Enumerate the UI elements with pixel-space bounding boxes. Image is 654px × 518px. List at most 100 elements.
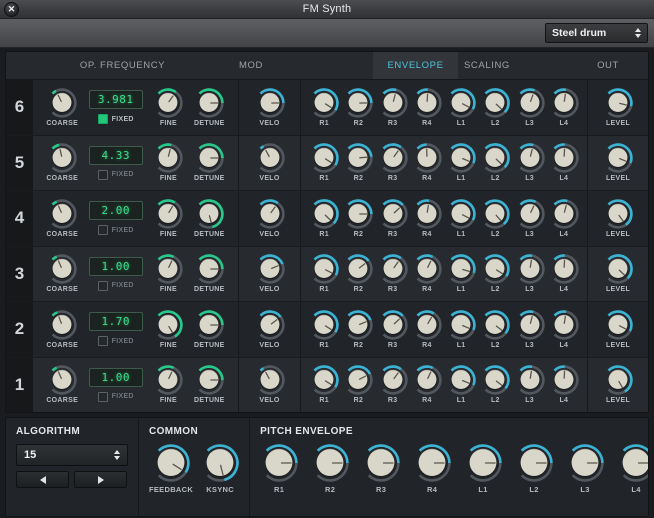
op3-env-l2-knob[interactable] xyxy=(480,254,511,284)
op6-env-r3-knob[interactable] xyxy=(378,88,408,118)
op4-env-r2-knob[interactable] xyxy=(343,199,374,229)
op2-env-l3-knob[interactable] xyxy=(515,310,545,340)
op5-env-r3-knob[interactable] xyxy=(378,143,408,173)
op5-env-l3-knob[interactable] xyxy=(515,143,545,173)
op5-env-r4-knob[interactable] xyxy=(412,143,442,173)
algorithm-prev-button[interactable] xyxy=(16,471,69,488)
op4-detune-knob[interactable] xyxy=(194,199,225,229)
op1-velo-knob[interactable] xyxy=(255,365,285,395)
op6-env-l4-knob[interactable] xyxy=(549,88,579,118)
op6-detune-knob[interactable] xyxy=(194,88,225,118)
op2-velo-knob[interactable] xyxy=(255,310,285,340)
common-feedback-knob[interactable] xyxy=(152,444,190,482)
op4-env-l1-knob[interactable] xyxy=(446,199,476,229)
op2-env-l2-knob[interactable] xyxy=(480,310,511,340)
tab-envelope[interactable]: ENVELOPE xyxy=(373,52,458,79)
op5-env-l1-knob[interactable] xyxy=(446,143,476,173)
op6-env-r4-knob[interactable] xyxy=(412,88,442,118)
op4-env-r1-knob[interactable] xyxy=(309,198,339,229)
op1-env-l2-knob[interactable] xyxy=(480,365,511,395)
op6-env-l2-knob[interactable] xyxy=(480,87,511,118)
op6-coarse-knob[interactable] xyxy=(47,88,77,118)
op4-env-l3-knob[interactable] xyxy=(515,199,545,229)
op4-env-l2-knob[interactable] xyxy=(480,199,511,229)
op5-env-l4-knob[interactable] xyxy=(549,143,579,173)
op5-detune-knob[interactable] xyxy=(194,143,225,173)
op5-velo-knob[interactable] xyxy=(255,143,285,173)
op5-env-l2-knob[interactable] xyxy=(480,143,511,173)
op1-env-r4-knob[interactable] xyxy=(412,365,442,395)
tab-out[interactable]: OUT xyxy=(568,52,648,79)
close-icon[interactable]: ✕ xyxy=(4,2,19,17)
op6-env-r1-knob[interactable] xyxy=(309,88,339,118)
op1-fine-knob[interactable] xyxy=(153,365,183,395)
op3-env-r2-knob[interactable] xyxy=(343,254,373,284)
op2-env-r3-knob[interactable] xyxy=(378,310,408,340)
op2-env-r2-knob[interactable] xyxy=(343,310,373,340)
tab-op-frequency[interactable]: OP. FREQUENCY xyxy=(6,52,239,79)
op2-env-l4-knob[interactable] xyxy=(549,310,579,340)
op3-level-knob[interactable] xyxy=(603,254,633,284)
op2-env-r1-knob[interactable] xyxy=(309,310,339,340)
op4-frequency-display[interactable]: 2.00 xyxy=(88,201,143,221)
preset-select[interactable]: Steel drum xyxy=(545,23,648,43)
op1-frequency-display[interactable]: 1.00 xyxy=(88,367,143,387)
op5-coarse-knob[interactable] xyxy=(47,143,77,173)
op4-env-l4-knob[interactable] xyxy=(549,199,579,229)
algorithm-next-button[interactable] xyxy=(74,471,127,488)
op2-env-r4-knob[interactable] xyxy=(412,310,442,340)
op3-velo-knob[interactable] xyxy=(255,254,285,284)
op6-velo-knob[interactable] xyxy=(255,88,285,118)
pitch-env-r3-knob[interactable] xyxy=(362,444,400,482)
op4-env-r3-knob[interactable] xyxy=(378,199,408,229)
op1-fixed-checkbox[interactable] xyxy=(97,391,108,402)
op5-level-knob[interactable] xyxy=(603,143,633,173)
op2-frequency-display[interactable]: 1.70 xyxy=(88,312,143,332)
op6-fixed-checkbox[interactable] xyxy=(97,114,108,125)
tab-scaling[interactable]: SCALING xyxy=(458,52,568,79)
op6-level-knob[interactable] xyxy=(603,88,633,118)
tab-mod[interactable]: MOD xyxy=(239,52,373,79)
pitch-env-r1-knob[interactable] xyxy=(260,444,298,482)
op4-fine-knob[interactable] xyxy=(153,199,183,229)
op1-detune-knob[interactable] xyxy=(194,365,225,395)
op5-frequency-display[interactable]: 4.33 xyxy=(88,145,143,165)
op1-env-l3-knob[interactable] xyxy=(515,365,545,395)
pitch-env-r2-knob[interactable] xyxy=(311,444,349,482)
op2-fine-knob[interactable] xyxy=(153,310,184,340)
op6-fine-knob[interactable] xyxy=(153,88,183,118)
op4-fixed-checkbox[interactable] xyxy=(97,225,108,236)
op6-env-r2-knob[interactable] xyxy=(343,88,374,118)
op1-env-l1-knob[interactable] xyxy=(446,365,476,395)
op5-fixed-checkbox[interactable] xyxy=(97,169,108,180)
op3-env-r1-knob[interactable] xyxy=(309,254,339,284)
op3-env-l3-knob[interactable] xyxy=(515,254,545,284)
op5-fine-knob[interactable] xyxy=(153,143,183,173)
op5-env-r1-knob[interactable] xyxy=(309,143,339,173)
op2-fixed-checkbox[interactable] xyxy=(97,336,108,347)
op1-env-r2-knob[interactable] xyxy=(343,365,373,395)
op1-coarse-knob[interactable] xyxy=(47,365,77,395)
op4-velo-knob[interactable] xyxy=(255,199,285,229)
pitch-env-l4-knob[interactable] xyxy=(617,444,648,482)
op6-frequency-display[interactable]: 3.981 xyxy=(88,90,143,110)
pitch-env-l1-knob[interactable] xyxy=(464,444,502,482)
op1-env-l4-knob[interactable] xyxy=(549,365,579,395)
op3-coarse-knob[interactable] xyxy=(47,254,77,284)
op4-env-r4-knob[interactable] xyxy=(412,199,442,229)
op4-level-knob[interactable] xyxy=(603,199,633,229)
op3-frequency-display[interactable]: 1.00 xyxy=(88,256,143,276)
op3-fine-knob[interactable] xyxy=(153,254,183,284)
op3-env-l4-knob[interactable] xyxy=(549,254,579,284)
op6-env-l3-knob[interactable] xyxy=(515,88,545,118)
pitch-env-l3-knob[interactable] xyxy=(566,444,604,482)
op2-level-knob[interactable] xyxy=(603,310,633,340)
op2-coarse-knob[interactable] xyxy=(47,310,77,340)
op6-env-l1-knob[interactable] xyxy=(446,88,476,118)
op3-detune-knob[interactable] xyxy=(194,254,225,284)
op3-env-l1-knob[interactable] xyxy=(446,254,476,284)
algorithm-select[interactable]: 15 xyxy=(16,444,128,466)
op3-env-r4-knob[interactable] xyxy=(412,254,442,284)
op5-env-r2-knob[interactable] xyxy=(343,143,374,173)
pitch-env-l2-knob[interactable] xyxy=(515,444,553,482)
